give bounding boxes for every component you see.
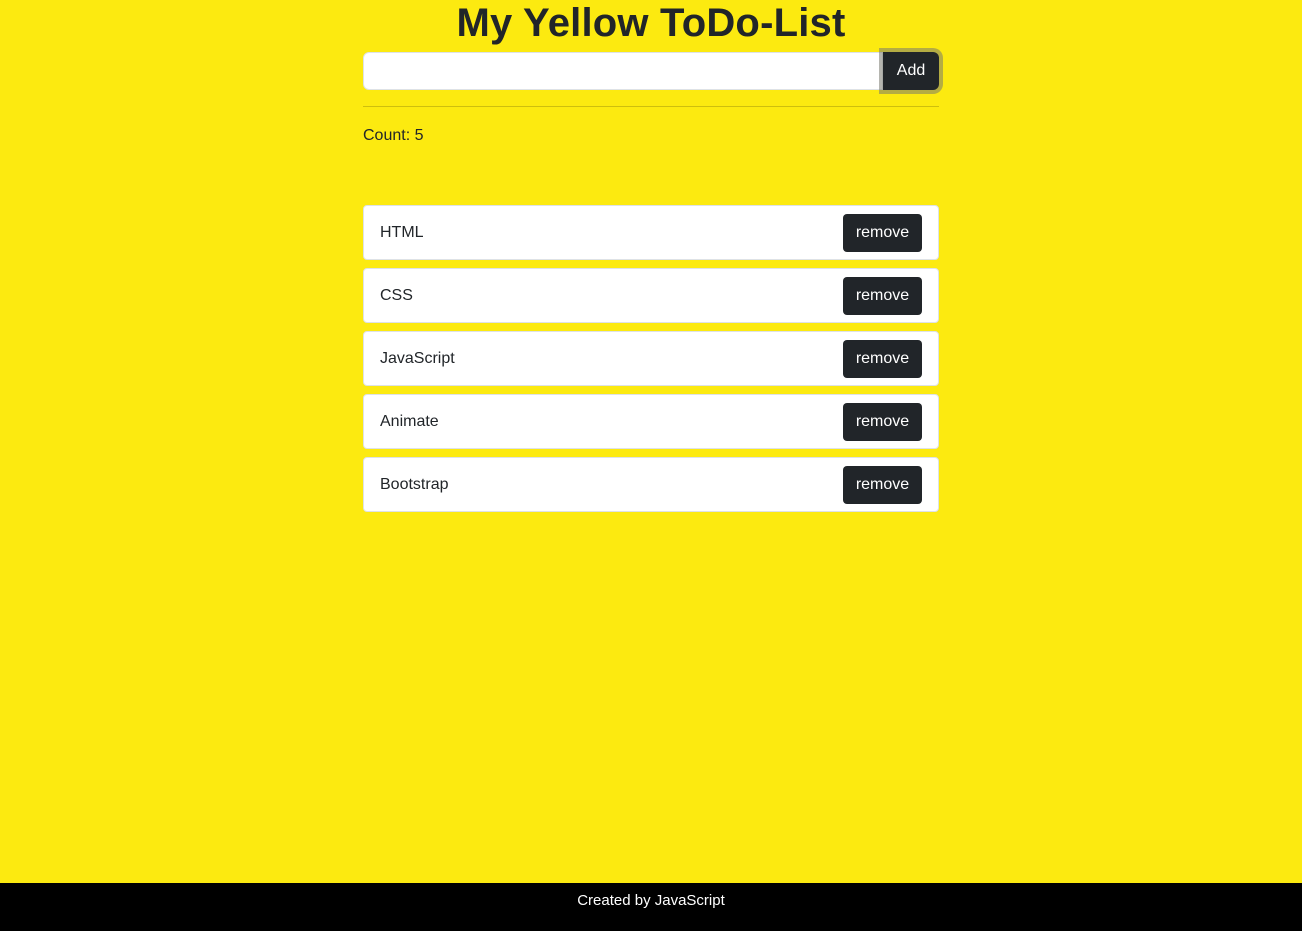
todo-count: Count: 5	[363, 127, 424, 144]
remove-button[interactable]: remove	[843, 403, 922, 441]
page-title: My Yellow ToDo-List	[456, 1, 846, 45]
todo-label: JavaScript	[380, 350, 455, 367]
todo-label: HTML	[380, 224, 424, 241]
footer-text: Created by JavaScript	[577, 892, 725, 909]
list-item: Bootstrap remove	[363, 457, 939, 512]
todo-list: HTML remove CSS remove JavaScript remove…	[363, 205, 939, 520]
page-footer: Created by JavaScript	[0, 883, 1302, 931]
remove-button[interactable]: remove	[843, 466, 922, 504]
todo-app: My Yellow ToDo-List Add Count: 5 HTML re…	[363, 0, 939, 512]
todo-label: Bootstrap	[380, 476, 449, 493]
add-todo-form: Add	[363, 52, 939, 90]
remove-button[interactable]: remove	[843, 277, 922, 315]
todo-label: CSS	[380, 287, 413, 304]
divider	[363, 106, 939, 107]
add-button[interactable]: Add	[883, 52, 939, 90]
list-item: HTML remove	[363, 205, 939, 260]
list-item: Animate remove	[363, 394, 939, 449]
todo-input[interactable]	[363, 52, 883, 90]
todo-label: Animate	[380, 413, 439, 430]
remove-button[interactable]: remove	[843, 340, 922, 378]
remove-button[interactable]: remove	[843, 214, 922, 252]
list-item: CSS remove	[363, 268, 939, 323]
list-item: JavaScript remove	[363, 331, 939, 386]
